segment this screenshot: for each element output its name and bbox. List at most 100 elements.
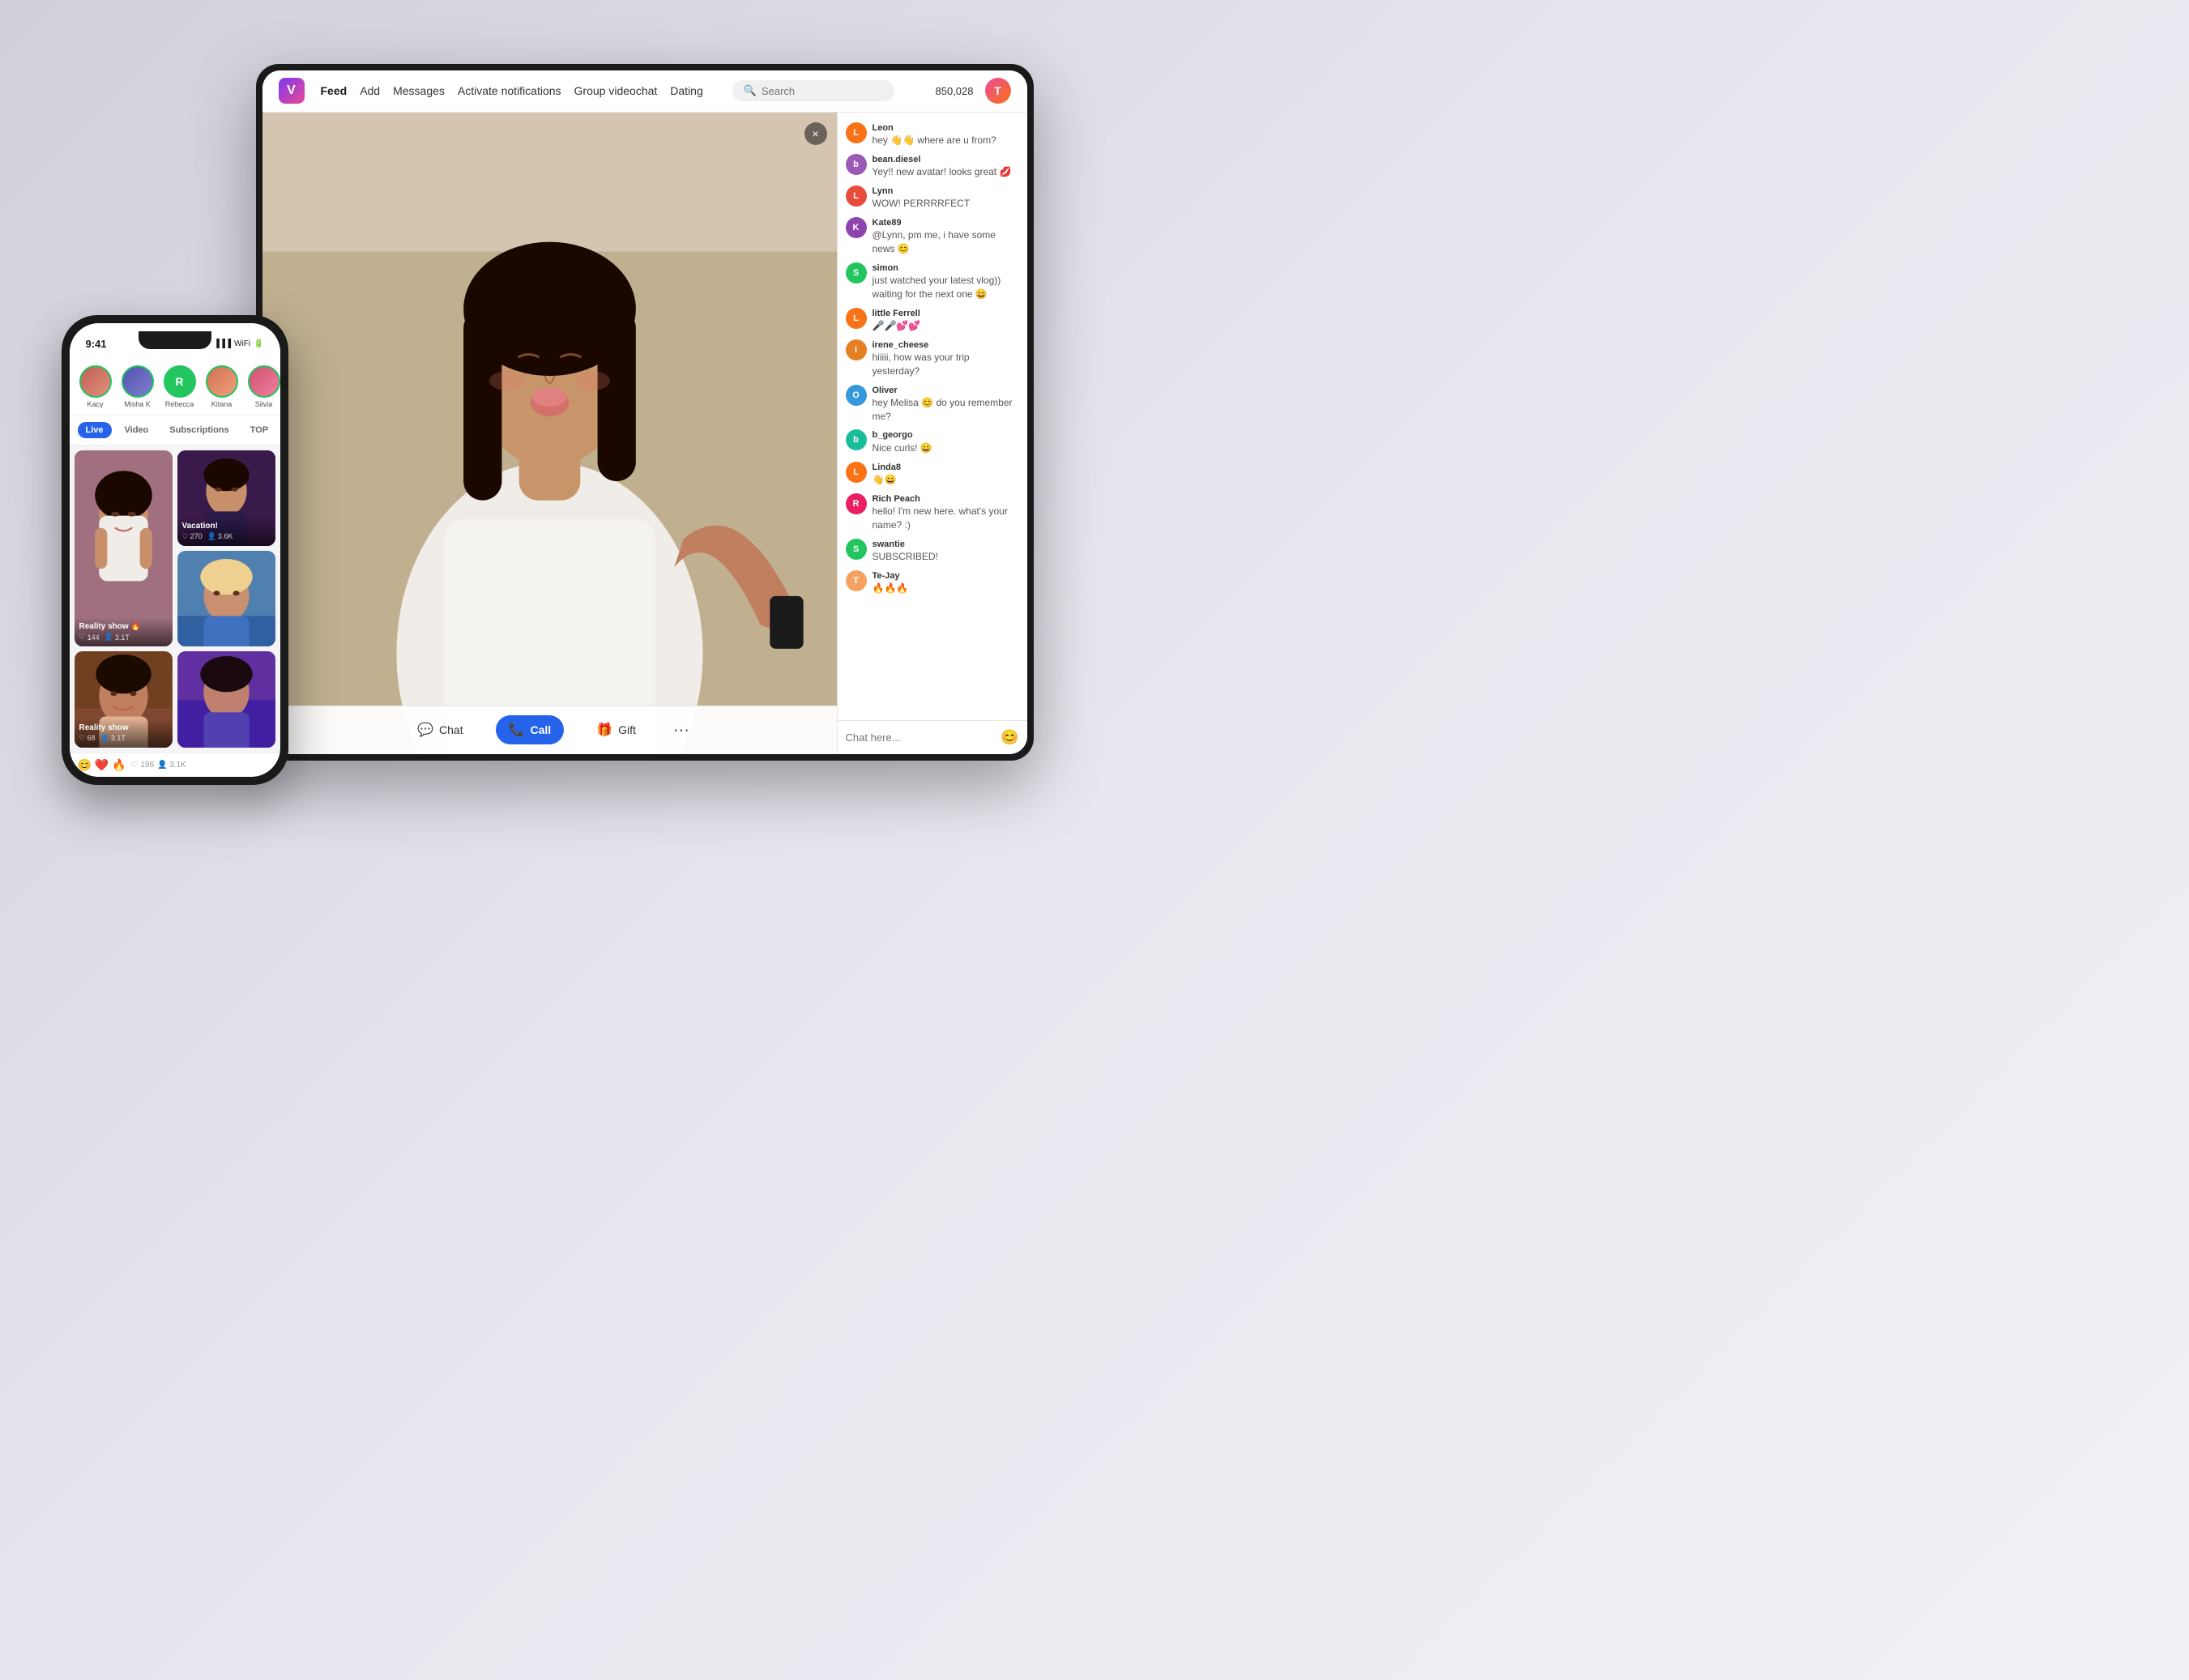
message-text: 👋😄	[873, 473, 1019, 487]
chat-button[interactable]: 💬 Chat	[404, 715, 476, 744]
message-text: just watched your latest vlog)) waiting …	[873, 274, 1019, 301]
nav-logo[interactable]: V	[279, 78, 305, 104]
message-body: Te-Jay 🔥🔥🔥	[873, 570, 1019, 595]
chat-message: K Kate89 @Lynn, pm me, i have some news …	[846, 217, 1019, 256]
tablet-content: × 💬 Chat 📞 Call 🎁	[262, 113, 1027, 754]
message-text: @Lynn, pm me, i have some news 😊	[873, 228, 1019, 256]
story-avatar	[248, 365, 280, 398]
phone-card[interactable]: Reality show 🔥 ♡ 144 👤 3.1T	[75, 450, 173, 647]
scene: V Feed Add Messages Activate notificatio…	[62, 48, 1034, 793]
footer-emojis: 😊 ❤️ 🔥	[78, 758, 126, 772]
tab-subscriptions[interactable]: Subscriptions	[161, 422, 237, 438]
avatar: S	[846, 539, 867, 560]
card-title: Vacation!	[182, 522, 271, 531]
phone-card[interactable]	[177, 651, 275, 747]
story-avatar: R	[164, 365, 196, 398]
chat-message: L little Ferrell 🎤🎤💕💕	[846, 308, 1019, 333]
story-name: Rebecca	[165, 400, 194, 408]
coins-display: 850,028	[936, 85, 974, 97]
emoji-button[interactable]: 😊	[1001, 729, 1018, 746]
tab-top[interactable]: TOP	[242, 422, 276, 438]
story-item[interactable]: Misha K	[120, 365, 156, 408]
avatar: T	[846, 570, 867, 591]
nav-links: Feed Add Messages Activate notifications…	[321, 84, 703, 97]
message-body: Linda8 👋😄	[873, 462, 1019, 487]
username: Oliver	[873, 385, 1019, 396]
nav-messages[interactable]: Messages	[393, 84, 445, 97]
phone-status-bar: 9:41 ▐▐▐ WiFi 🔋	[70, 323, 280, 359]
gift-button[interactable]: 🎁 Gift	[583, 715, 649, 744]
avatar: L	[846, 462, 867, 483]
message-text: hiiiii, how was your trip yesterday?	[873, 351, 1019, 378]
close-button[interactable]: ×	[804, 122, 827, 145]
username: Lynn	[873, 185, 1019, 197]
chat-message: L Linda8 👋😄	[846, 462, 1019, 487]
card-likes: ♡ 68	[79, 734, 96, 743]
avatar: b	[846, 154, 867, 175]
story-item[interactable]: Kacy	[78, 365, 113, 408]
avatar: L	[846, 308, 867, 329]
message-text: hello! I'm new here. what's your name? :…	[873, 505, 1019, 532]
chat-sidebar: L Leon hey 👋👋 where are u from? b bean.d…	[837, 113, 1027, 754]
chat-message: L Leon hey 👋👋 where are u from?	[846, 122, 1019, 147]
tablet-nav: V Feed Add Messages Activate notificatio…	[262, 70, 1027, 113]
gift-label: Gift	[618, 723, 636, 736]
chat-input[interactable]	[846, 731, 995, 744]
nav-search[interactable]: 🔍	[732, 80, 894, 101]
call-label: Call	[531, 723, 552, 736]
search-input[interactable]	[762, 85, 883, 97]
message-body: Leon hey 👋👋 where are u from?	[873, 122, 1019, 147]
nav-notifications[interactable]: Activate notifications	[458, 84, 561, 97]
story-item[interactable]: Kitana	[204, 365, 240, 408]
chat-message: b b_georgo Nice curls! 😄	[846, 429, 1019, 454]
card-person-svg	[177, 651, 275, 747]
call-icon: 📞	[509, 722, 525, 738]
chat-messages: L Leon hey 👋👋 where are u from? b bean.d…	[838, 113, 1027, 720]
avatar: O	[846, 385, 867, 406]
footer-likes: ♡ 196	[131, 761, 154, 770]
username: Leon	[873, 122, 1019, 134]
tab-video[interactable]: Video	[117, 422, 157, 438]
battery-icon: 🔋	[254, 339, 263, 348]
message-body: Kate89 @Lynn, pm me, i have some news 😊	[873, 217, 1019, 256]
username: b_georgo	[873, 429, 1019, 441]
message-body: Lynn WOW! PERRRRFECT	[873, 185, 1019, 211]
message-text: 🎤🎤💕💕	[873, 319, 1019, 333]
more-button[interactable]: ⋯	[668, 717, 694, 743]
avatar: i	[846, 339, 867, 360]
phone-card[interactable]: Vacation! ♡ 270 👤 3.6K	[177, 450, 275, 546]
tab-live[interactable]: Live	[78, 422, 112, 438]
message-body: swantie SUBSCRIBED!	[873, 539, 1019, 564]
username: Rich Peach	[873, 493, 1019, 505]
stream-area: × 💬 Chat 📞 Call 🎁	[262, 113, 837, 754]
nav-dating[interactable]: Dating	[670, 84, 702, 97]
avatar: b	[846, 429, 867, 450]
nav-feed[interactable]: Feed	[321, 84, 348, 97]
message-body: bean.diesel Yey!! new avatar! looks grea…	[873, 154, 1019, 179]
card-title: Reality show 🔥	[79, 622, 168, 631]
card-stats: ♡ 68 👤 3.1T	[79, 734, 168, 743]
signal-icon: ▐▐▐	[214, 339, 231, 348]
phone-footer: 😊 ❤️ 🔥 ♡ 196 👤 3.1K	[70, 753, 280, 777]
stream-video	[262, 113, 837, 754]
story-name: Kacy	[87, 400, 103, 408]
story-item[interactable]: R Rebecca	[162, 365, 198, 408]
nav-group-videochat[interactable]: Group videochat	[574, 84, 658, 97]
phone-card[interactable]: Reality show ♡ 68 👤 3.1T	[75, 651, 173, 747]
nav-add[interactable]: Add	[360, 84, 380, 97]
username: swantie	[873, 539, 1019, 550]
status-icons: ▐▐▐ WiFi 🔋	[214, 339, 264, 348]
message-body: Rich Peach hello! I'm new here. what's y…	[873, 493, 1019, 532]
call-button[interactable]: 📞 Call	[496, 715, 565, 744]
card-viewers: 👤 3.1T	[105, 633, 130, 642]
phone-stories: Kacy Misha K R Rebecca	[70, 359, 280, 416]
chat-message: O Oliver hey Melisa 😊 do you remember me…	[846, 385, 1019, 424]
story-avatar	[206, 365, 238, 398]
username: Linda8	[873, 462, 1019, 473]
phone-card[interactable]	[177, 551, 275, 646]
footer-stats: ♡ 196 👤 3.1K	[131, 761, 186, 770]
chat-label: Chat	[439, 723, 463, 736]
story-item[interactable]: Silvia	[246, 365, 280, 408]
user-avatar[interactable]: T	[985, 78, 1011, 104]
username: Te-Jay	[873, 570, 1019, 582]
